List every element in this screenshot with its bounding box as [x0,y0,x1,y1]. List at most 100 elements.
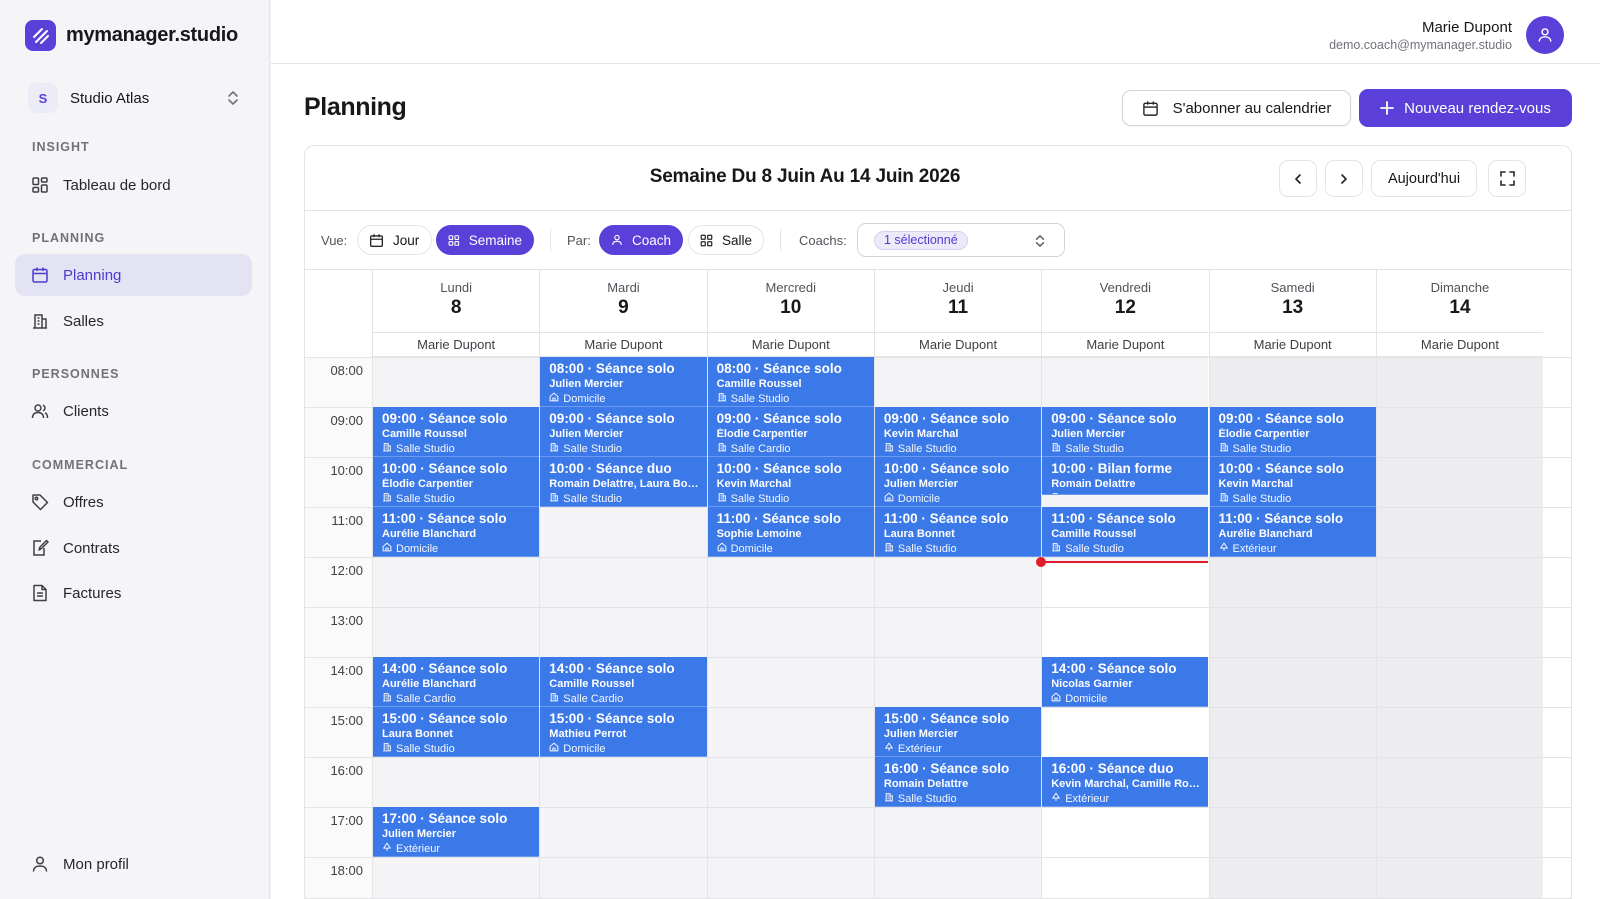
by-room-button[interactable]: Salle [688,225,764,255]
day-header[interactable]: Mercredi 10 [706,270,874,332]
event-card[interactable]: 10:00 · Séance duo Romain Delattre, Laura… [540,457,707,507]
day-header[interactable]: Samedi 13 [1208,270,1376,332]
event-card[interactable]: 10:00 · Séance solo Kevin Marchal Salle St… [707,457,874,507]
sidebar-item-offres[interactable]: Offres [15,481,252,523]
event-client: Kevin Marchal [1218,478,1294,490]
event-card[interactable]: 09:00 · Séance solo Kevin Marchal Salle St… [874,407,1042,457]
event-card[interactable]: 08:00 · Séance solo Julien Mercier Domicil… [540,357,707,407]
building-icon [549,442,559,456]
user-icon [1538,28,1552,42]
event-card[interactable]: 14:00 · Séance solo Nicolas Garnier Domici… [1042,657,1209,707]
event-location: Salle Studio [382,742,531,756]
event-client: Aurélie Blanchard [382,678,477,690]
event-title: 11:00 · Séance solo [382,511,507,526]
previous-week-button[interactable] [1279,160,1317,197]
brand[interactable]: mymanager.studio [25,20,238,51]
event-card[interactable]: 10:00 · Séance solo Kevin Marchal Salle St… [1209,457,1376,507]
day-name: Lundi [440,280,473,295]
sidebar-item-contrats[interactable]: Contrats [15,527,252,569]
event-title: 15:00 · Séance solo [549,711,675,726]
event-card[interactable]: 15:00 · Séance solo Julien Mercier Extérie… [874,707,1042,757]
building-icon [382,492,392,506]
event-card[interactable]: 11:00 · Séance solo Aurélie Blanchard Exté… [1209,507,1376,557]
week-title: Semaine Du 8 Juin Au 14 Juin 2026 [649,166,961,187]
event-title: 09:00 · Séance solo [549,411,675,426]
event-location-label: Salle Studio [396,742,455,755]
today-button[interactable]: Aujourd'hui [1371,160,1477,197]
day-header[interactable]: Mardi 9 [539,270,706,332]
time-label: 14:00 [330,663,363,678]
event-location-label: Salle Studio [897,442,957,455]
event-client: Élodie Carpentier [1218,428,1310,440]
invoice-icon [33,584,47,602]
sidebar-item-factures[interactable]: Factures [15,572,252,614]
event-location-label: Extérieur [1065,792,1110,805]
event-card[interactable]: 09:00 · Séance solo Camille Roussel Salle … [373,407,540,457]
by-coach-label: Coach [631,232,671,248]
sidebar-item-dashboard[interactable]: Tableau de bord [15,164,252,206]
time-label: 09:00 [330,413,363,428]
event-location-label: Salle Cardio [730,442,791,455]
by-coach-button[interactable]: Coach [599,225,683,255]
new-appointment-button[interactable]: Nouveau rendez-vous [1359,89,1572,127]
event-location: Salle Studio [382,492,531,506]
event-location: Domicile [1051,692,1200,706]
sidebar-item-clients[interactable]: Clients [15,390,252,432]
event-card[interactable]: 16:00 · Séance solo Romain Delattre Salle … [874,757,1042,807]
day-header[interactable]: Dimanche 14 [1375,270,1543,332]
day-column[interactable] [1375,357,1544,898]
building-icon [1051,442,1061,456]
event-card[interactable]: 14:00 · Séance solo Aurélie Blanchard Sall… [373,657,540,707]
event-card[interactable]: 15:00 · Séance solo Mathieu Perrot Domicil… [540,707,707,757]
day-header[interactable]: Jeudi 11 [873,270,1041,332]
event-card[interactable]: 10:00 · Séance solo Élodie Carpentier Sall… [373,457,540,507]
sidebar-item-profile[interactable]: Mon profil [15,843,252,885]
event-card[interactable]: 09:00 · Séance solo Julien Mercier Salle S… [1042,407,1209,457]
fullscreen-icon [1499,171,1515,186]
sidebar-item-salles[interactable]: Salles [15,300,252,342]
avatar[interactable] [1526,16,1564,54]
day-header[interactable]: Lundi 8 [372,270,539,332]
next-week-button[interactable] [1325,160,1363,197]
studio-switcher[interactable]: S Studio Atlas [26,80,246,116]
event-title: 14:00 · Séance solo [1051,661,1177,676]
coach-select[interactable]: 1 sélectionné [857,223,1065,257]
fullscreen-button[interactable] [1488,160,1526,197]
event-card[interactable]: 11:00 · Séance solo Sophie Lemoine Domicil… [707,507,874,557]
day-header[interactable]: Vendredi 12 [1041,270,1208,332]
sidebar-item-label: Clients [63,402,109,420]
event-client: Julien Mercier [549,428,624,440]
building-icon [1051,492,1061,494]
event-card[interactable]: 09:00 · Séance solo Élodie Carpentier Sall… [1209,407,1376,457]
building-icon [382,742,392,756]
sidebar-item-planning[interactable]: Planning [15,254,252,296]
event-card[interactable]: 11:00 · Séance solo Aurélie Blanchard Domi… [373,507,540,557]
event-title: 16:00 · Séance duo [1051,761,1174,776]
event-card[interactable]: 15:00 · Séance solo Laura Bonnet Salle Stu… [373,707,540,757]
event-card[interactable]: 09:00 · Séance solo Élodie Carpentier Sall… [707,407,874,457]
subscribe-calendar-button[interactable]: S'abonner au calendrier [1122,90,1351,126]
chevron-up-down-icon [1035,235,1045,247]
event-card[interactable]: 10:00 · Bilan forme Romain Delattre Salle … [1042,457,1209,495]
event-card[interactable]: 11:00 · Séance solo Laura Bonnet Salle Stu… [874,507,1042,557]
grid-icon [700,234,713,246]
user-menu[interactable]: Marie Dupont demo.coach@mymanager.studio [1329,16,1564,54]
view-day-button[interactable]: Jour [357,225,432,255]
toolbar-divider [550,229,551,251]
view-week-button[interactable]: Semaine [436,225,534,255]
event-card[interactable]: 08:00 · Séance solo Camille Roussel Salle … [707,357,874,407]
event-card[interactable]: 09:00 · Séance solo Julien Mercier Salle S… [540,407,707,457]
event-location-label: Domicile [396,542,439,555]
event-title: 09:00 · Séance solo [716,411,842,426]
event-card[interactable]: 11:00 · Séance solo Camille Roussel Salle … [1042,507,1209,557]
event-card[interactable]: 17:00 · Séance solo Julien Mercier Extérie… [373,807,540,857]
event-card[interactable]: 14:00 · Séance solo Camille Roussel Salle … [540,657,707,707]
event-location-label: Salle Studio [730,392,790,405]
event-card[interactable]: 16:00 · Séance duo Kevin Marchal, Camille… [1042,757,1209,807]
event-client: Kevin Marchal [883,428,959,440]
day-name: Samedi [1270,280,1315,295]
calendar-icon [32,267,48,283]
dashboard-icon [32,177,48,193]
event-card[interactable]: 10:00 · Séance solo Julien Mercier Domicil… [874,457,1042,507]
building-icon [717,392,727,406]
